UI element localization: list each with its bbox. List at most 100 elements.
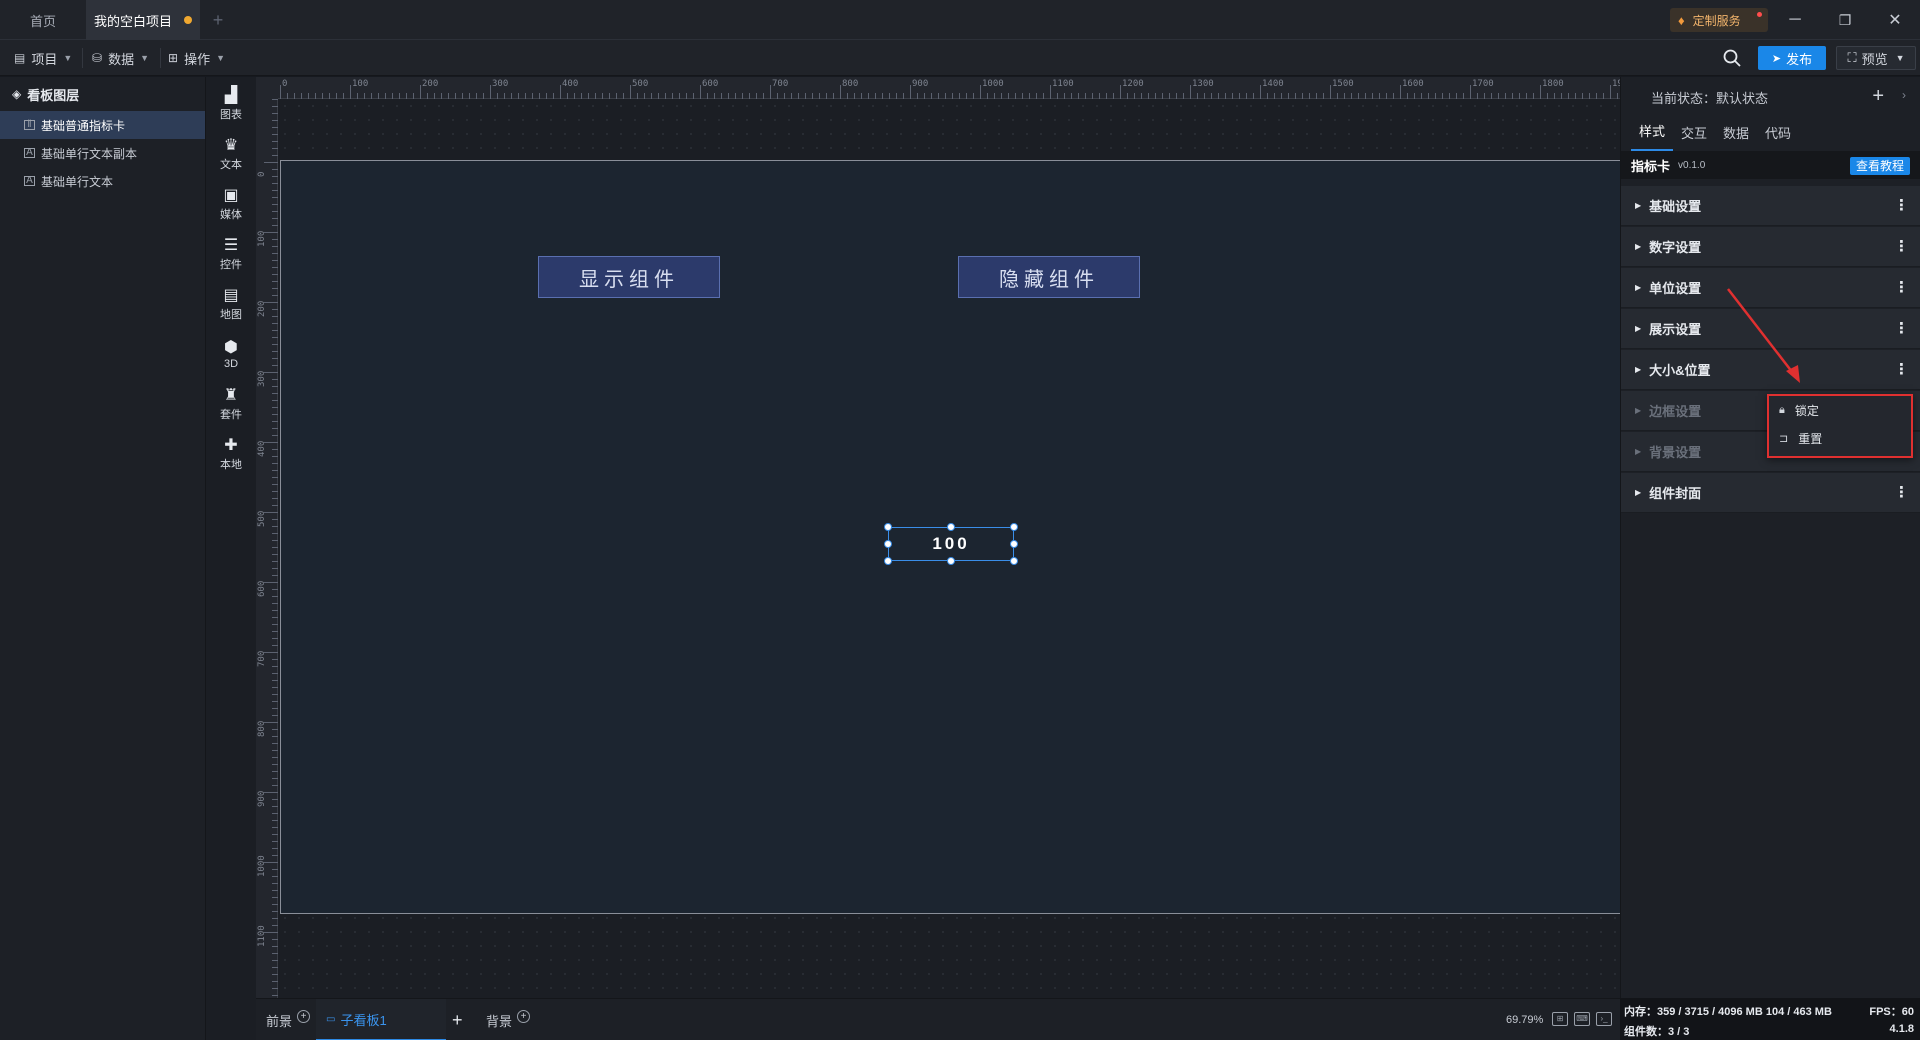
more-vertical-icon[interactable]: ⋮ (1894, 360, 1909, 378)
ruler-tick (420, 85, 421, 99)
component-3d[interactable]: ⬢ 3D (206, 329, 256, 379)
ruler-tick (272, 911, 278, 912)
foreground-tab[interactable]: 前景 + (266, 999, 311, 1040)
ruler-tick (272, 540, 278, 541)
subboard-tab[interactable]: ▭ 子看板1 (316, 999, 446, 1040)
resize-handle[interactable] (947, 523, 955, 531)
add-subboard-button[interactable]: + (452, 999, 463, 1040)
layers-header: ◈ 看板图层 (0, 77, 205, 111)
layer-item[interactable]: A 基础单行文本副本 (0, 139, 205, 167)
ruler-left[interactable]: 0 100 200 300 400 500 600 700 800 900 1000 1100 (256, 99, 278, 998)
section-basic[interactable]: ▶ 基础设置 ⋮ (1621, 186, 1920, 226)
component-local[interactable]: ✚ 本地 (206, 429, 256, 479)
ruler-tick (272, 645, 278, 646)
custom-service-button[interactable]: ♦ 定制服务 (1670, 8, 1768, 32)
ruler-tick (272, 890, 278, 891)
tab-data[interactable]: 数据 (1715, 123, 1757, 151)
ruler-tick (1470, 85, 1471, 99)
lock-icon: 🔒︎ (1779, 404, 1785, 416)
chevron-right-icon[interactable]: › (1902, 88, 1906, 102)
ruler-label: 1600 (1402, 79, 1424, 89)
ruler-tick (833, 93, 834, 99)
section-label: 展示设置 (1649, 322, 1702, 337)
add-state-button[interactable]: + (1872, 85, 1884, 108)
ruler-tick (272, 526, 278, 527)
lock-menu-item[interactable]: 🔒︎ 锁定 (1769, 397, 1911, 424)
ruler-tick (1288, 93, 1289, 99)
ruler-tick (1267, 93, 1268, 99)
layer-item[interactable]: ‖ 基础普通指标卡 (0, 111, 205, 139)
more-vertical-icon[interactable]: ⋮ (1894, 237, 1909, 255)
component-map[interactable]: ▤ 地图 (206, 279, 256, 329)
tab-code[interactable]: 代码 (1757, 123, 1799, 151)
resize-handle[interactable] (1010, 523, 1018, 531)
keyboard-icon[interactable]: ⌨ (1574, 1012, 1590, 1026)
background-tab[interactable]: 背景 + (486, 999, 531, 1040)
menu-data[interactable]: ⛁ 数据 ▼ (92, 40, 149, 76)
ruler-tick (672, 93, 673, 99)
ruler-label: 700 (257, 650, 267, 667)
minimize-button[interactable]: ─ (1770, 0, 1820, 40)
menu-operation[interactable]: ⊞ 操作 ▼ (168, 40, 225, 76)
ruler-tick (1239, 93, 1240, 99)
ruler-top[interactable]: 0 100 200 300 400 500 600 700 800 900 1000 1100 1200… (256, 77, 1620, 99)
publish-button[interactable]: ➤ 发布 (1758, 46, 1826, 70)
component-text[interactable]: ♛ 文本 (206, 129, 256, 179)
tutorial-button[interactable]: 查看教程 (1849, 157, 1910, 175)
layer-item[interactable]: A 基础单行文本 (0, 167, 205, 195)
canvas-workspace[interactable]: 0 100 200 300 400 500 600 700 800 900 1000 1100 1200… (256, 77, 1620, 998)
metric-card[interactable]: 100 (888, 527, 1014, 561)
tab-interaction[interactable]: 交互 (1673, 123, 1715, 151)
component-chart[interactable]: ▟ 图表 (206, 79, 256, 129)
menu-project[interactable]: ▤ 项目 ▼ (14, 40, 72, 76)
add-circle-icon[interactable]: + (517, 1009, 531, 1023)
more-vertical-icon[interactable]: ⋮ (1894, 483, 1909, 501)
ruler-tick (272, 337, 278, 338)
more-vertical-icon[interactable]: ⋮ (1894, 278, 1909, 296)
resize-handle[interactable] (884, 523, 892, 531)
ruler-tick (272, 757, 278, 758)
component-kit[interactable]: ♜ 套件 (206, 379, 256, 429)
restore-button[interactable]: ❐ (1820, 0, 1870, 40)
more-vertical-icon[interactable]: ⋮ (1894, 319, 1909, 337)
ruler-tick (272, 568, 278, 569)
unsaved-dot-icon (184, 16, 192, 24)
zoom-level[interactable]: 69.79% (1506, 999, 1543, 1040)
ruler-tick (539, 93, 540, 99)
hide-component-button[interactable]: 隐藏组件 (958, 256, 1140, 298)
ruler-tick (272, 358, 278, 359)
resize-handle[interactable] (884, 540, 892, 548)
ruler-tick (272, 281, 278, 282)
preview-button[interactable]: ⛶ 预览 ▼ (1836, 46, 1916, 70)
more-vertical-icon[interactable]: ⋮ (1894, 196, 1909, 214)
add-tab-button[interactable]: + (208, 10, 228, 30)
show-component-button[interactable]: 显示组件 (538, 256, 720, 298)
tab-project[interactable]: 我的空白项目 (86, 0, 200, 40)
chevron-down-icon: ▼ (1895, 53, 1905, 63)
close-button[interactable]: ✕ (1870, 0, 1920, 40)
reset-menu-item[interactable]: ⊐ 重置 (1769, 425, 1911, 452)
section-cover[interactable]: ▶ 组件封面 ⋮ (1621, 473, 1920, 513)
resize-handle[interactable] (884, 557, 892, 565)
ruler-tick (567, 93, 568, 99)
add-circle-icon[interactable]: + (297, 1009, 311, 1023)
ruler-tick (272, 771, 278, 772)
ruler-tick (1302, 93, 1303, 99)
ruler-tick (1491, 93, 1492, 99)
search-icon[interactable] (1722, 48, 1742, 68)
component-media[interactable]: ▣ 媒体 (206, 179, 256, 229)
fit-screen-icon[interactable]: ⊞ (1552, 1012, 1568, 1026)
resize-handle[interactable] (1010, 557, 1018, 565)
ruler-tick (272, 694, 278, 695)
resize-handle[interactable] (947, 557, 955, 565)
section-number[interactable]: ▶ 数字设置 ⋮ (1621, 227, 1920, 267)
ruler-label: 1700 (1472, 79, 1494, 89)
terminal-icon[interactable]: ›_ (1596, 1012, 1612, 1026)
resize-handle[interactable] (1010, 540, 1018, 548)
tab-home[interactable]: 首页 (0, 0, 86, 40)
board-stage[interactable]: 显示组件 隐藏组件 100 (280, 160, 1620, 914)
component-control[interactable]: ☰ 控件 (206, 229, 256, 279)
ruler-tick (272, 498, 278, 499)
ruler-label: 1000 (257, 855, 267, 877)
tab-style[interactable]: 样式 (1631, 121, 1674, 151)
